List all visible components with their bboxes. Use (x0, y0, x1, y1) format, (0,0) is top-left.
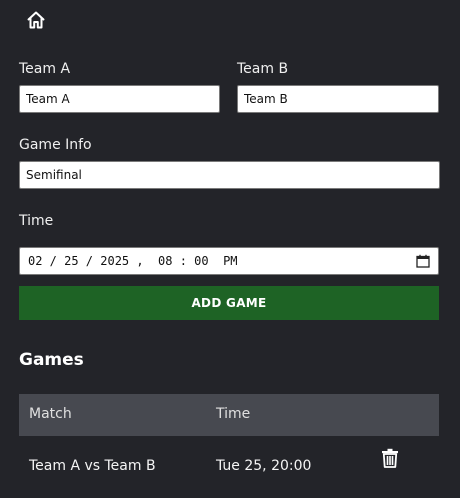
home-button[interactable] (26, 10, 46, 30)
home-icon (26, 10, 46, 30)
column-header-time: Time (216, 406, 251, 422)
table-row: Team A vs Team B Tue 25, 20:00 (19, 436, 439, 486)
team-b-input[interactable] (237, 85, 439, 113)
trash-icon (381, 448, 399, 468)
team-a-label: Team A (19, 61, 71, 77)
games-heading: Games (19, 350, 84, 370)
team-b-label: Team B (237, 61, 289, 77)
delete-game-button[interactable] (381, 448, 399, 468)
column-header-match: Match (29, 406, 72, 422)
time-label: Time (19, 213, 54, 229)
team-a-input[interactable] (19, 85, 220, 113)
match-cell: Team A vs Team B (29, 458, 156, 474)
calendar-icon[interactable] (416, 254, 430, 268)
add-game-button[interactable]: ADD GAME (19, 286, 439, 320)
time-input[interactable]: 02 / 25 / 2025 , 08 : 00 PM (19, 247, 439, 275)
table-header: Match Time (19, 394, 439, 436)
game-info-label: Game Info (19, 137, 92, 153)
time-value: 02 / 25 / 2025 , 08 : 00 PM (28, 254, 238, 268)
games-table: Match Time Team A vs Team B Tue 25, 20:0… (19, 394, 439, 486)
game-info-input[interactable] (19, 161, 440, 189)
time-cell: Tue 25, 20:00 (216, 458, 312, 474)
